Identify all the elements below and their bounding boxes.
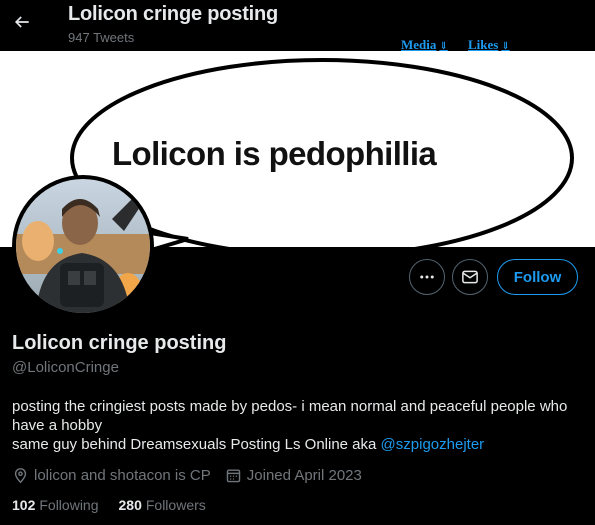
- avatar-image: [16, 179, 150, 313]
- bio-text-line: same guy behind Dreamsexuals Posting Ls …: [12, 435, 484, 454]
- follow-button[interactable]: Follow: [497, 259, 578, 295]
- following-count: 102: [12, 497, 36, 513]
- bio-text: posting the cringiest posts made by pedo…: [12, 398, 568, 434]
- back-button[interactable]: [8, 8, 36, 36]
- profile-avatar[interactable]: [12, 175, 154, 317]
- location-text: lolicon and shotacon is CP: [34, 466, 211, 484]
- calendar-icon: [226, 468, 241, 482]
- following-label: Following: [39, 497, 99, 513]
- followers-link[interactable]: 280 Followers: [119, 497, 206, 513]
- likes-tab-label: Likes: [468, 37, 499, 52]
- followers-count: 280: [118, 497, 142, 513]
- bio-mention-link[interactable]: @szpigozhejter: [381, 436, 485, 453]
- followers-label: Followers: [145, 497, 206, 513]
- location-item: lolicon and shotacon is CP: [12, 467, 211, 484]
- tweet-count: 947 Tweets: [68, 30, 135, 45]
- joined-item: Joined April 2023: [225, 467, 362, 484]
- display-name: Lolicon cringe posting: [12, 332, 227, 354]
- arrow-left-icon: [14, 16, 29, 28]
- following-link[interactable]: 102 Following: [12, 497, 99, 513]
- banner-text: Lolicon is pedophillia: [112, 135, 437, 172]
- profile-meta: lolicon and shotacon is CP Joined April …: [12, 466, 362, 484]
- follow-stats: 102 Following 280 Followers: [12, 497, 206, 513]
- message-button[interactable]: [452, 259, 488, 295]
- media-tab-label: Media: [401, 37, 437, 52]
- bio-text-segment: same guy behind Dreamsexuals Posting Ls …: [12, 436, 381, 453]
- more-dots-icon: [420, 275, 434, 279]
- header-title: Lolicon cringe posting: [68, 3, 279, 25]
- joined-date: Joined April 2023: [246, 466, 362, 484]
- user-handle: @LoliconCringe: [12, 359, 119, 376]
- location-pin-icon: [14, 467, 27, 483]
- more-options-button[interactable]: [409, 259, 445, 295]
- envelope-icon: [462, 270, 478, 284]
